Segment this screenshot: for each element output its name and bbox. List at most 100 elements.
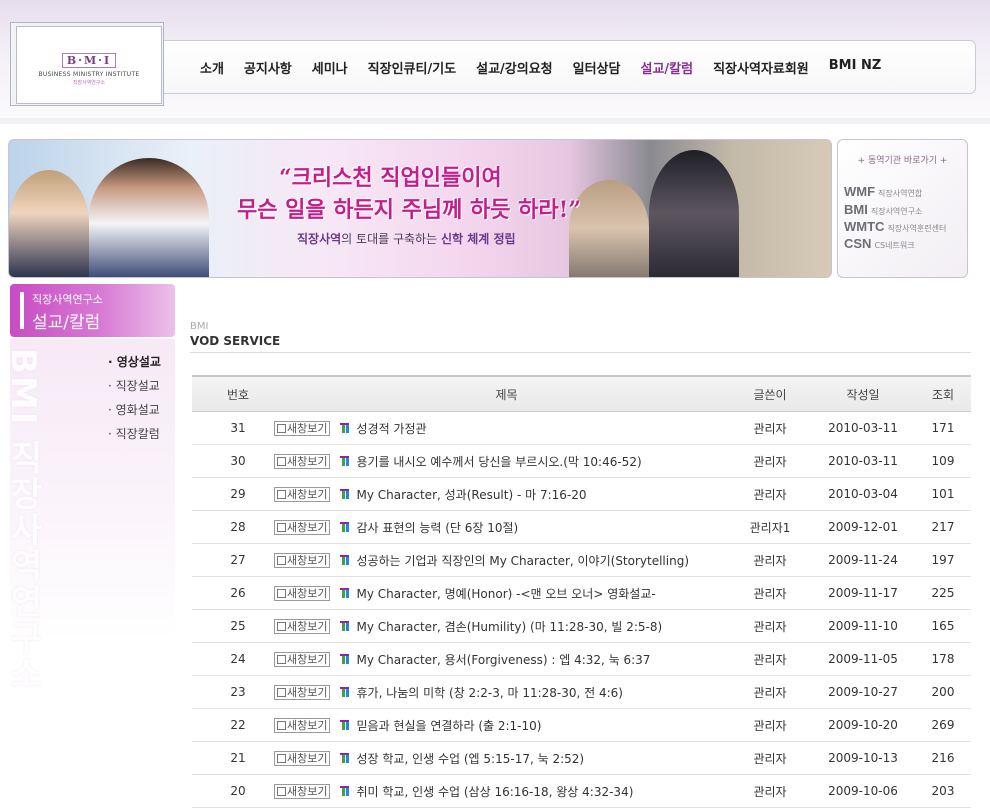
- table-row: 21 새창보기 성장 학교, 인생 수업 (엡 5:15-17, 눅 2:52) 관리…: [192, 741, 971, 775]
- video-icon: [338, 489, 351, 499]
- row-number: 25: [192, 609, 284, 643]
- row-views: 171: [915, 411, 971, 445]
- nav-item-8[interactable]: 직장사역자료회원: [703, 58, 819, 77]
- row-writer: 관리자: [729, 411, 811, 445]
- row-title-link[interactable]: My Character, 명예(Honor) -<맨 오브 오너> 영화설교-: [356, 587, 655, 601]
- row-views: 216: [915, 741, 971, 775]
- new-window-button[interactable]: 새창보기: [274, 684, 331, 700]
- row-writer: 관리자: [729, 708, 811, 742]
- row-title-cell: 새창보기 감사 표현의 능력 (단 6장 10절): [274, 510, 729, 544]
- sidebar-header-accent: [20, 292, 24, 329]
- nav-item-4[interactable]: 직장인큐티/기도: [358, 58, 466, 77]
- table-row: 23 새창보기 휴가, 나눔의 미학 (창 2:2-3, 마 11:28-30, 전…: [192, 675, 971, 709]
- logo-subtitle: BUSINESS MINISTRY INSTITUTE: [38, 70, 140, 78]
- banner-subheadline: 직장사역의 토대를 구축하는 신학 체계 정립: [297, 230, 516, 247]
- row-title-link[interactable]: My Character, 성과(Result) - 마 7:16-20: [356, 488, 586, 502]
- new-window-button[interactable]: 새창보기: [274, 618, 331, 634]
- new-window-label: 새창보기: [287, 553, 328, 567]
- row-title-link[interactable]: 성공하는 기업과 직장인의 My Character, 이야기(Storytel…: [356, 554, 689, 568]
- new-window-button[interactable]: 새창보기: [274, 750, 331, 766]
- logo[interactable]: B·M·I BUSINESS MINISTRY INSTITUTE 직장사역연구…: [16, 26, 162, 104]
- row-date: 2009-10-20: [811, 708, 915, 742]
- row-title-cell: 새창보기 믿음과 현실을 연결하라 (출 2:1-10): [274, 708, 729, 742]
- row-number: 28: [192, 510, 284, 544]
- row-writer: 관리자: [729, 543, 811, 577]
- row-title-link[interactable]: My Character, 용서(Forgiveness) : 엡 4:32, …: [356, 653, 650, 667]
- new-window-label: 새창보기: [287, 784, 328, 798]
- table-row: 28 새창보기 감사 표현의 능력 (단 6장 10절) 관리자1 2009-12-01…: [192, 510, 971, 544]
- new-window-button[interactable]: 새창보기: [274, 552, 331, 568]
- row-title-link[interactable]: 용기를 내시오 예수께서 당신을 부르시오.(막 10:46-52): [356, 455, 641, 469]
- row-title-cell: 새창보기 My Character, 명예(Honor) -<맨 오브 오너> 영…: [274, 576, 729, 610]
- new-window-button[interactable]: 새창보기: [274, 651, 331, 667]
- nav-item-1[interactable]: 소개: [190, 58, 234, 77]
- row-title-link[interactable]: 성경적 가정관: [356, 422, 426, 436]
- nav-item-7[interactable]: 설교/칼럼: [630, 58, 703, 77]
- col-header-no: 번호: [192, 375, 284, 412]
- new-window-button[interactable]: 새창보기: [274, 783, 331, 799]
- new-window-label: 새창보기: [287, 520, 328, 534]
- table-row: 26 새창보기 My Character, 명예(Honor) -<맨 오브 오너>…: [192, 576, 971, 610]
- window-icon: [277, 655, 286, 664]
- row-date: 2010-03-11: [811, 444, 915, 478]
- row-title-cell: 새창보기 My Character, 겸손(Humility) (마 11:28-…: [274, 609, 729, 643]
- new-window-label: 새창보기: [287, 421, 328, 435]
- row-number: 31: [192, 411, 284, 445]
- row-title-cell: 새창보기 My Character, 용서(Forgiveness) : 엡 4:…: [274, 642, 729, 676]
- row-date: 2009-12-01: [811, 510, 915, 544]
- video-icon: [338, 456, 351, 466]
- table-row: 30 새창보기 용기를 내시오 예수께서 당신을 부르시오.(막 10:46-52)…: [192, 444, 971, 478]
- new-window-button[interactable]: 새창보기: [274, 453, 331, 469]
- col-header-title: 제목: [284, 375, 729, 412]
- new-window-button[interactable]: 새창보기: [274, 420, 331, 436]
- related-org-abbr: WMTC: [844, 219, 885, 234]
- nav-item-6[interactable]: 일터상담: [563, 58, 631, 77]
- nav-item-2[interactable]: 공지사항: [234, 58, 302, 77]
- nav-item-3[interactable]: 세미나: [302, 58, 358, 77]
- row-writer: 관리자: [729, 741, 811, 775]
- row-number: 29: [192, 477, 284, 511]
- sidebar-item-1[interactable]: · 영상설교: [108, 354, 161, 378]
- new-window-label: 새창보기: [287, 685, 328, 699]
- sidebar-item-2[interactable]: · 직장설교: [108, 378, 161, 402]
- row-title-link[interactable]: 믿음과 현실을 연결하라 (출 2:1-10): [356, 719, 541, 733]
- row-title-link[interactable]: 휴가, 나눔의 미학 (창 2:2-3, 마 11:28-30, 전 4:6): [356, 686, 623, 700]
- col-header-views: 조회: [915, 375, 971, 412]
- banner-photo-person: [9, 170, 89, 277]
- new-window-button[interactable]: 새창보기: [274, 585, 331, 601]
- row-views: 109: [915, 444, 971, 478]
- new-window-button[interactable]: 새창보기: [274, 519, 331, 535]
- video-icon: [338, 555, 351, 565]
- video-icon: [338, 720, 351, 730]
- row-title-link[interactable]: 감사 표현의 능력 (단 6장 10절): [356, 521, 518, 535]
- row-views: 225: [915, 576, 971, 610]
- related-org-abbr: WMF: [844, 184, 876, 199]
- sidebar-item-3[interactable]: · 영화설교: [108, 402, 161, 426]
- row-number: 23: [192, 675, 284, 709]
- row-number: 21: [192, 741, 284, 775]
- row-number: 22: [192, 708, 284, 742]
- row-title-link[interactable]: My Character, 겸손(Humility) (마 11:28-30, …: [356, 620, 662, 634]
- sidebar-org-name: 직장사역연구소: [32, 293, 103, 306]
- nav-item-5[interactable]: 설교/강의요청: [466, 58, 563, 77]
- video-icon: [338, 753, 351, 763]
- video-icon: [338, 588, 351, 598]
- new-window-button[interactable]: 새창보기: [274, 486, 331, 502]
- new-window-label: 새창보기: [287, 751, 328, 765]
- window-icon: [277, 457, 286, 466]
- new-window-button[interactable]: 새창보기: [274, 717, 331, 733]
- col-header-date: 작성일: [811, 375, 915, 412]
- row-writer: 관리자: [729, 774, 811, 808]
- row-title-cell: 새창보기 성장 학교, 인생 수업 (엡 5:15-17, 눅 2:52): [274, 741, 729, 775]
- page-title: VOD SERVICE: [190, 334, 281, 348]
- related-org-csn[interactable]: CSN CS네트워크: [844, 233, 915, 252]
- sidebar-item-4[interactable]: · 직장칼럼: [108, 426, 161, 450]
- nav-item-9[interactable]: BMI NZ: [819, 58, 892, 77]
- row-title-link[interactable]: 취미 학교, 인생 수업 (삼상 16:16-18, 왕상 4:32-34): [356, 785, 633, 799]
- row-title-link[interactable]: 성장 학교, 인생 수업 (엡 5:15-17, 눅 2:52): [356, 752, 584, 766]
- window-icon: [277, 787, 286, 796]
- video-icon: [338, 687, 351, 697]
- related-org-wmf[interactable]: WMF 직장사역연합: [844, 181, 922, 200]
- new-window-label: 새창보기: [287, 487, 328, 501]
- new-window-label: 새창보기: [287, 619, 328, 633]
